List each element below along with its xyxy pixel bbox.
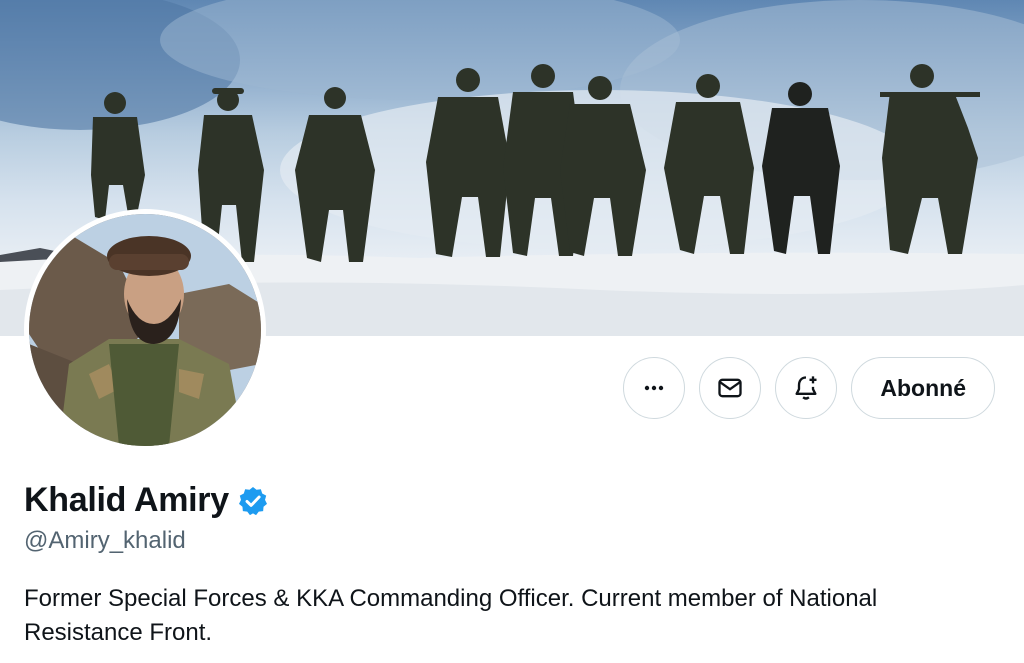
following-button-label: Abonné — [880, 374, 966, 401]
profile-handle: @Amiry_khalid — [24, 527, 186, 554]
more-options-button[interactable] — [623, 357, 686, 419]
more-horizontal-icon — [645, 385, 664, 391]
display-name: Khalid Amiry — [24, 481, 229, 519]
avatar-photo — [29, 214, 261, 446]
envelope-icon — [718, 378, 743, 398]
profile-bio: Former Special Forces & KKA Commanding O… — [24, 585, 878, 646]
profile-actions: Abonné — [623, 357, 995, 419]
profile-avatar[interactable] — [24, 209, 266, 451]
profile-name-row: Khalid Amiry — [24, 481, 269, 520]
verified-badge-icon[interactable] — [237, 485, 269, 517]
notifications-button[interactable] — [775, 357, 838, 419]
bell-plus-icon — [795, 376, 817, 400]
following-button[interactable]: Abonné — [851, 357, 995, 419]
message-button[interactable] — [699, 357, 762, 419]
